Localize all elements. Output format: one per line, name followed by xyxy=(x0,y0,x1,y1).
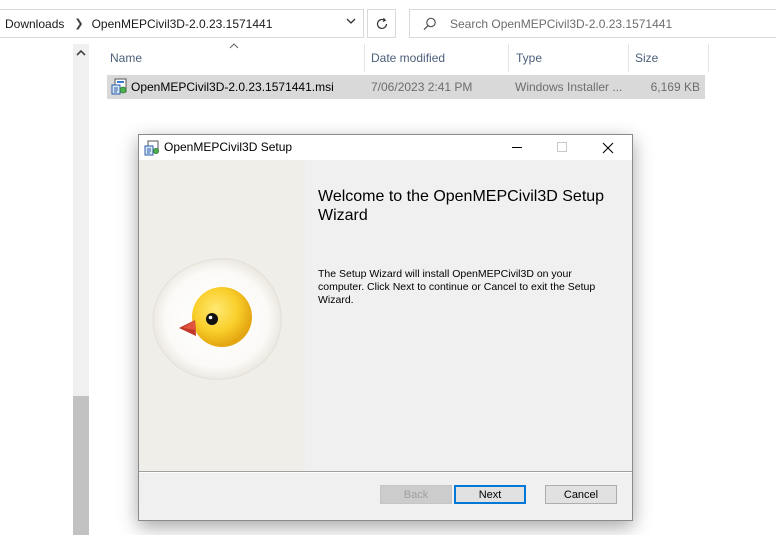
dialog-titlebar[interactable]: OpenMEPCivil3D Setup xyxy=(139,135,632,160)
search-input[interactable]: Search OpenMEPCivil3D-2.0.23.1571441 xyxy=(409,9,776,38)
refresh-button[interactable] xyxy=(367,9,396,38)
column-divider[interactable] xyxy=(628,44,629,72)
chevron-down-icon[interactable] xyxy=(345,15,357,30)
welcome-description: The Setup Wizard will install OpenMEPCiv… xyxy=(318,268,596,306)
file-date-modified: 7/06/2023 2:41 PM xyxy=(371,80,473,94)
minimize-icon xyxy=(512,147,522,148)
dialog-title: OpenMEPCivil3D Setup xyxy=(164,140,293,154)
address-bar[interactable]: Downloads ❯ OpenMEPCivil3D-2.0.23.157144… xyxy=(0,9,364,38)
egg-chick-logo-icon xyxy=(152,258,282,380)
close-button[interactable] xyxy=(585,135,630,160)
maximize-icon xyxy=(557,142,567,152)
breadcrumb-separator-icon: ❯ xyxy=(74,18,84,30)
file-name: OpenMEPCivil3D-2.0.23.1571441.msi xyxy=(131,80,334,94)
welcome-heading: Welcome to the OpenMEPCivil3D Setup Wiza… xyxy=(318,188,605,224)
installer-app-icon xyxy=(144,140,160,159)
minimize-button[interactable] xyxy=(495,135,540,160)
column-divider[interactable] xyxy=(708,44,709,72)
wizard-banner xyxy=(139,160,305,471)
cancel-button[interactable]: Cancel xyxy=(545,485,617,504)
maximize-button xyxy=(540,135,585,160)
next-button[interactable]: Next xyxy=(454,485,526,504)
close-icon xyxy=(602,142,613,153)
scrollbar-thumb[interactable] xyxy=(73,396,89,535)
nav-pane-scrollbar[interactable] xyxy=(73,44,89,535)
breadcrumb-downloads[interactable]: Downloads xyxy=(5,17,64,31)
scroll-up-arrow-icon[interactable] xyxy=(73,44,89,62)
dialog-separator xyxy=(139,471,632,473)
sort-up-icon xyxy=(229,41,239,51)
file-row[interactable]: OpenMEPCivil3D-2.0.23.1571441.msi 7/06/2… xyxy=(107,75,705,99)
setup-dialog: OpenMEPCivil3D Setup Welcome to the Open… xyxy=(138,134,633,521)
column-header-size[interactable]: Size xyxy=(635,51,658,65)
breadcrumb-current-folder[interactable]: OpenMEPCivil3D-2.0.23.1571441 xyxy=(92,17,273,31)
search-placeholder: Search OpenMEPCivil3D-2.0.23.1571441 xyxy=(450,17,673,31)
msi-file-icon xyxy=(110,78,128,99)
file-size: 6,169 KB xyxy=(650,80,700,94)
column-header-date[interactable]: Date modified xyxy=(371,51,445,65)
column-header-type[interactable]: Type xyxy=(516,51,542,65)
back-button: Back xyxy=(380,485,452,504)
column-divider[interactable] xyxy=(508,44,509,72)
refresh-icon xyxy=(376,17,387,29)
file-type: Windows Installer ... xyxy=(515,80,623,94)
column-divider[interactable] xyxy=(364,44,365,72)
search-icon xyxy=(422,16,438,35)
column-header-name[interactable]: Name xyxy=(110,51,142,65)
wizard-content: Welcome to the OpenMEPCivil3D Setup Wiza… xyxy=(305,160,632,471)
